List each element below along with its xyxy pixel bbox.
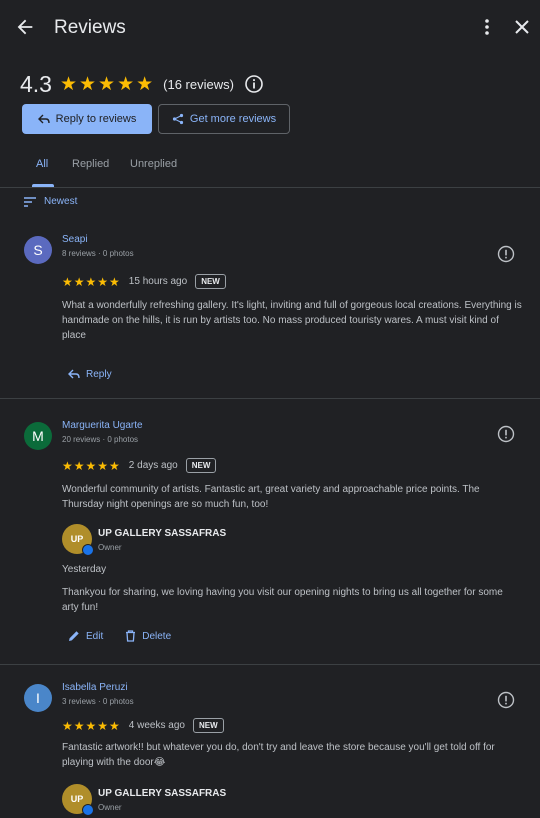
owner-role: Owner <box>98 543 122 552</box>
review-card: I Isabella Peruzi 3 reviews · 0 photos ★… <box>0 676 540 818</box>
edit-label: Edit <box>86 630 104 642</box>
active-tab-indicator <box>32 184 54 187</box>
rating-value: 4.3 <box>20 70 52 97</box>
sort-icon <box>24 196 36 207</box>
review-card: M Marguerita Ugarte 20 reviews · 0 photo… <box>0 412 540 662</box>
review-stars: ★★★★★ <box>62 274 121 289</box>
divider <box>0 664 540 665</box>
avatar[interactable]: I <box>24 684 52 712</box>
sort-label: Newest <box>44 196 78 207</box>
flag-icon[interactable] <box>496 690 516 710</box>
review-time: 2 days ago <box>128 460 178 471</box>
owner-reply-actions: Edit Delete <box>68 630 171 642</box>
more-options-icon[interactable] <box>478 17 496 37</box>
reviewer-name[interactable]: Marguerita Ugarte <box>62 420 143 431</box>
reviewer-meta: 3 reviews · 0 photos <box>62 697 134 706</box>
get-more-reviews-label: Get more reviews <box>189 113 277 125</box>
avatar[interactable]: M <box>24 422 52 450</box>
edit-button[interactable]: Edit <box>68 630 103 642</box>
owner-reply-time: Yesterday <box>62 564 107 575</box>
reviewer-name[interactable]: Isabella Peruzi <box>62 682 128 693</box>
flag-icon[interactable] <box>496 424 516 444</box>
reply-to-reviews-button[interactable]: Reply to reviews <box>22 104 152 134</box>
reply-label: Reply <box>86 368 112 380</box>
sort-selector[interactable]: Newest <box>24 196 77 207</box>
review-time: 4 weeks ago <box>128 720 185 731</box>
new-badge: NEW <box>195 274 226 289</box>
top-bar: Reviews <box>0 0 540 56</box>
review-rating-row: ★★★★★ 2 days ago NEW <box>62 458 217 473</box>
info-icon[interactable] <box>244 74 264 94</box>
review-stars: ★★★★★ <box>62 458 121 473</box>
review-rating-row: ★★★★★ 4 weeks ago NEW <box>62 718 224 733</box>
new-badge: NEW <box>185 458 217 473</box>
review-time: 15 hours ago <box>128 276 188 287</box>
verified-icon <box>82 544 94 556</box>
tab-all[interactable]: All <box>36 158 48 170</box>
flag-icon[interactable] <box>496 244 516 264</box>
reply-icon <box>68 369 80 379</box>
get-more-reviews-button[interactable]: Get more reviews <box>158 104 290 134</box>
owner-name: UP GALLERY SASSAFRAS <box>98 528 227 539</box>
review-text: Fantastic artwork!! but whatever you do,… <box>62 742 495 768</box>
rating-summary: 4.3 ★★★★★ (16 reviews) <box>20 68 264 100</box>
avatar[interactable]: S <box>24 236 52 264</box>
pencil-icon <box>69 631 79 641</box>
reviewer-meta: 20 reviews · 0 photos <box>62 435 139 444</box>
owner-reply-text: Thankyou for sharing, we loving having y… <box>62 587 503 613</box>
reviewer-meta: 8 reviews · 0 photos <box>62 249 134 258</box>
tab-replied[interactable]: Replied <box>72 158 109 170</box>
review-text: Wonderful community of artists. Fantasti… <box>62 484 480 510</box>
review-count: (16 reviews) <box>163 76 234 92</box>
reply-button[interactable]: Reply <box>68 368 112 380</box>
close-icon[interactable] <box>512 17 532 37</box>
delete-button[interactable]: Delete <box>125 630 171 642</box>
delete-label: Delete <box>142 630 172 642</box>
rating-stars: ★★★★★ <box>59 73 156 95</box>
divider <box>0 398 540 399</box>
trash-icon <box>126 630 136 642</box>
share-icon <box>172 113 183 125</box>
reply-to-reviews-label: Reply to reviews <box>55 113 137 125</box>
owner-role: Owner <box>98 803 122 812</box>
new-badge: NEW <box>192 718 224 733</box>
review-card: S Seapi 8 reviews · 0 photos ★★★★★ 15 ho… <box>0 228 540 398</box>
verified-icon <box>82 804 94 816</box>
review-rating-row: ★★★★★ 15 hours ago NEW <box>62 274 226 289</box>
review-stars: ★★★★★ <box>62 718 121 733</box>
reply-icon <box>37 114 50 124</box>
review-text: What a wonderfully refreshing gallery. I… <box>62 300 522 341</box>
owner-name: UP GALLERY SASSAFRAS <box>98 788 227 799</box>
reviewer-name[interactable]: Seapi <box>62 234 88 245</box>
tab-unreplied[interactable]: Unreplied <box>130 158 177 170</box>
page-title: Reviews <box>54 17 126 38</box>
back-arrow-icon[interactable] <box>14 16 36 38</box>
review-tabs: All Replied Unreplied <box>0 148 540 188</box>
